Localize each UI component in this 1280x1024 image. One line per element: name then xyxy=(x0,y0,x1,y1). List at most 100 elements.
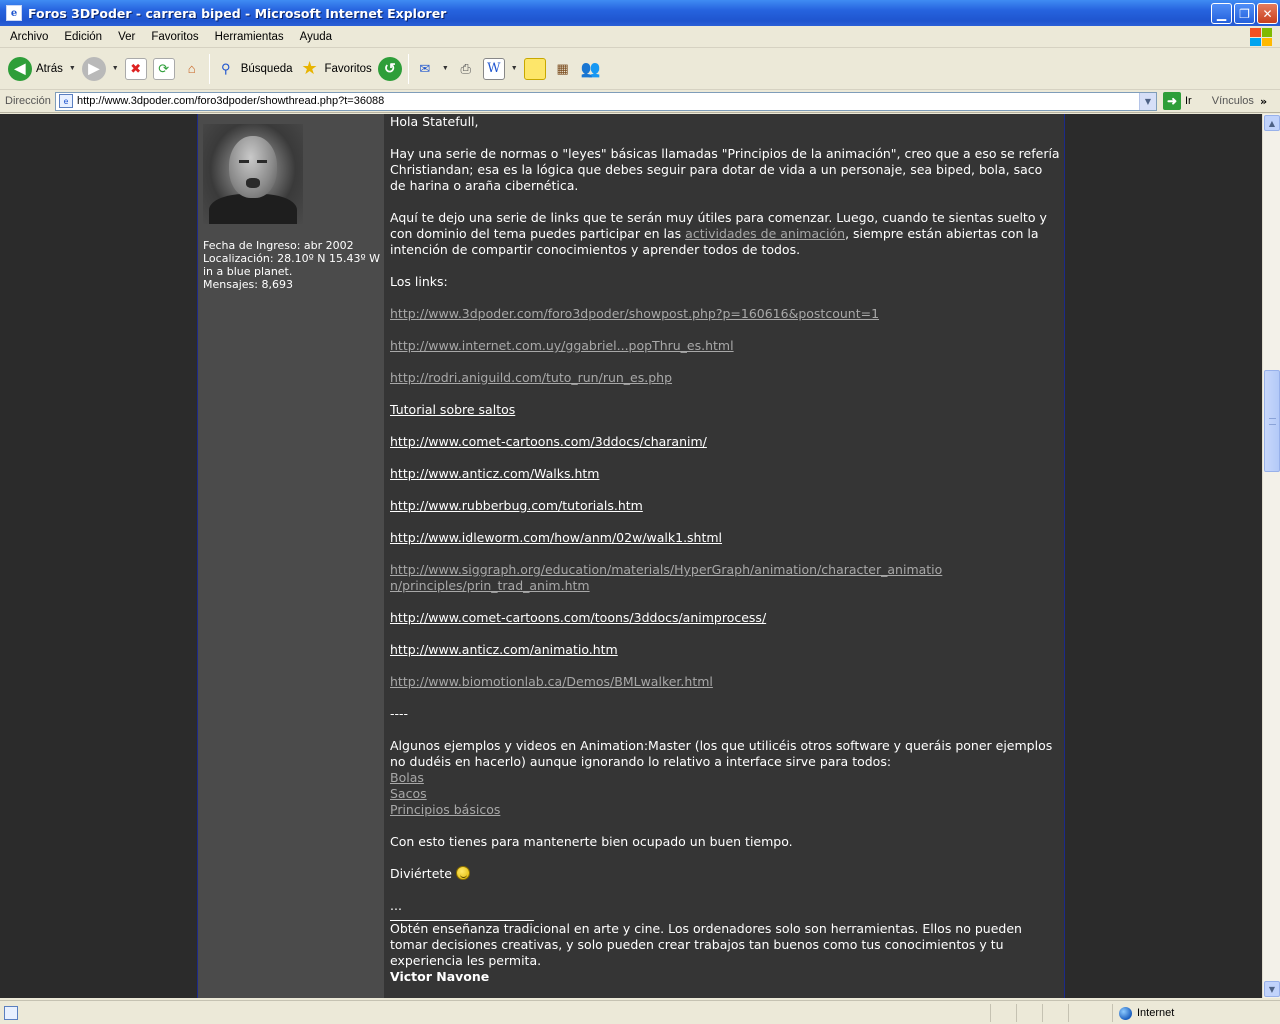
scroll-down-button[interactable]: ▼ xyxy=(1264,981,1280,997)
messenger-button[interactable]: 👥 xyxy=(580,58,602,80)
ellipsis-text: ... xyxy=(390,898,402,913)
title-bar: e Foros 3DPoder - carrera biped - Micros… xyxy=(0,0,1280,26)
restore-icon: ❐ xyxy=(1239,6,1250,21)
scroll-thumb[interactable] xyxy=(1264,370,1280,472)
signature-text: Obtén enseñanza tradicional en arte y ci… xyxy=(390,921,1022,968)
forum-post: Fecha de Ingreso: abr 2002 Localización:… xyxy=(197,114,1065,998)
post-link[interactable]: http://www.siggraph.org/education/materi… xyxy=(390,562,942,593)
edit-button[interactable]: W ▼ xyxy=(482,57,518,80)
stop-icon: ✖ xyxy=(124,57,147,80)
post-link[interactable]: http://www.internet.com.uy/ggabriel...po… xyxy=(390,338,734,353)
links-heading: Los links: xyxy=(390,274,448,289)
home-button[interactable]: ⌂ xyxy=(181,58,203,80)
example-link-bolas[interactable]: Bolas xyxy=(390,770,424,785)
scroll-up-icon: ▲ xyxy=(1268,118,1276,128)
menu-ayuda[interactable]: Ayuda xyxy=(292,31,340,43)
search-label: Búsqueda xyxy=(240,62,293,75)
post-paragraph: Hay una serie de normas o "leyes" básica… xyxy=(390,146,1060,193)
user-location: Localización: 28.10º N 15.43º W in a blu… xyxy=(203,252,381,278)
forward-dropdown-icon[interactable]: ▼ xyxy=(112,65,119,72)
home-icon: ⌂ xyxy=(187,61,196,76)
links-chevron-icon[interactable]: » xyxy=(1260,95,1267,108)
menu-herramientas[interactable]: Herramientas xyxy=(207,31,292,43)
menu-favoritos[interactable]: Favoritos xyxy=(143,31,206,43)
print-button[interactable]: ⎙ xyxy=(455,58,477,80)
status-pane xyxy=(1042,1004,1068,1022)
post-link[interactable]: http://rodri.aniguild.com/tuto_run/run_e… xyxy=(390,370,672,385)
minimize-button[interactable]: ▁ xyxy=(1211,3,1232,24)
address-input[interactable]: e http://www.3dpoder.com/foro3dpoder/sho… xyxy=(55,91,1157,111)
go-arrow-icon: ➜ xyxy=(1163,92,1181,110)
grip-icon xyxy=(1268,417,1276,425)
scroll-up-button[interactable]: ▲ xyxy=(1264,115,1280,131)
scroll-down-icon: ▼ xyxy=(1268,984,1276,994)
back-button[interactable]: ◀ Atrás ▼ xyxy=(8,56,76,81)
post-link[interactable]: http://www.anticz.com/Walks.htm xyxy=(390,466,599,481)
post-link[interactable]: http://www.idleworm.com/how/anm/02w/walk… xyxy=(390,530,722,545)
edit-dropdown-icon[interactable]: ▼ xyxy=(511,65,518,72)
wink-smiley-icon xyxy=(455,866,470,880)
back-dropdown-icon[interactable]: ▼ xyxy=(69,65,76,72)
vertical-scrollbar[interactable]: ▲ ▼ xyxy=(1262,114,1280,998)
post-link[interactable]: http://www.comet-cartoons.com/3ddocs/cha… xyxy=(390,434,707,449)
security-zone: Internet xyxy=(1112,1004,1174,1022)
status-pane xyxy=(990,1004,1016,1022)
user-info: Fecha de Ingreso: abr 2002 Localización:… xyxy=(203,239,381,291)
example-link-principios[interactable]: Principios básicos xyxy=(390,802,500,817)
note-icon xyxy=(523,57,546,80)
history-button[interactable]: ↺ xyxy=(377,56,402,81)
back-label: Atrás xyxy=(36,62,63,75)
star-icon: ★ xyxy=(301,58,318,78)
mail-dropdown-icon[interactable]: ▼ xyxy=(442,65,449,72)
post-paragraph: Aquí te dejo una serie de links que te s… xyxy=(390,210,1060,258)
post-link[interactable]: http://www.comet-cartoons.com/toons/3ddo… xyxy=(390,610,766,625)
address-dropdown-icon[interactable]: ▼ xyxy=(1139,92,1156,110)
closing-text: Con esto tienes para mantenerte bien ocu… xyxy=(390,834,793,849)
post-link[interactable]: http://www.3dpoder.com/foro3dpoder/showp… xyxy=(390,306,879,321)
examples-text: Algunos ejemplos y videos en Animation:M… xyxy=(390,738,1053,769)
post-link[interactable]: http://www.anticz.com/animatio.htm xyxy=(390,642,618,657)
avatar-head xyxy=(229,136,277,198)
address-label: Dirección xyxy=(5,95,51,107)
menu-ver[interactable]: Ver xyxy=(110,31,143,43)
close-button[interactable]: ✕ xyxy=(1257,3,1278,24)
status-pane xyxy=(1068,1004,1094,1022)
page-icon: e xyxy=(59,94,73,108)
restore-button[interactable]: ❐ xyxy=(1234,3,1255,24)
minimize-icon: ▁ xyxy=(1216,6,1227,21)
links-label[interactable]: Vínculos xyxy=(1212,95,1254,107)
go-label: Ir xyxy=(1185,95,1192,107)
refresh-icon: ⟳ xyxy=(152,57,175,80)
avatar-body xyxy=(209,194,297,224)
word-icon: W xyxy=(482,57,505,80)
refresh-button[interactable]: ⟳ xyxy=(152,57,175,80)
mail-button[interactable]: ✉ ▼ xyxy=(414,58,449,80)
menu-edicion[interactable]: Edición xyxy=(56,31,110,43)
messenger-icon: 👥 xyxy=(580,60,601,78)
close-icon: ✕ xyxy=(1262,6,1273,21)
address-url[interactable]: http://www.3dpoder.com/foro3dpoder/showt… xyxy=(77,95,384,107)
post-link[interactable]: http://www.rubberbug.com/tutorials.htm xyxy=(390,498,643,513)
forward-button[interactable]: ▶ ▼ xyxy=(81,56,119,81)
research-button[interactable]: ▦ xyxy=(552,58,574,80)
stop-button[interactable]: ✖ xyxy=(124,57,147,80)
zone-label: Internet xyxy=(1137,1007,1175,1019)
page-status-icon xyxy=(4,1005,18,1020)
example-link-sacos[interactable]: Sacos xyxy=(390,786,427,801)
menu-archivo[interactable]: Archivo xyxy=(2,31,56,43)
menu-bar: Archivo Edición Ver Favoritos Herramient… xyxy=(0,26,1280,48)
post-link[interactable]: http://www.biomotionlab.ca/Demos/BMLwalk… xyxy=(390,674,713,689)
toolbar: ◀ Atrás ▼ ▶ ▼ ✖ ⟳ ⌂ ⚲ Búsqueda ★ Favorit… xyxy=(0,48,1280,90)
search-button[interactable]: ⚲ Búsqueda xyxy=(215,58,293,80)
post-link[interactable]: Tutorial sobre saltos xyxy=(390,402,515,417)
go-button[interactable]: ➜ Ir xyxy=(1163,92,1192,110)
status-panes xyxy=(990,1004,1094,1022)
discuss-button[interactable] xyxy=(523,57,546,80)
user-joined: Fecha de Ingreso: abr 2002 xyxy=(203,239,354,252)
post-content: Hola Statefull, Hay una serie de normas … xyxy=(384,114,1064,998)
post-body: Hola Statefull, Hay una serie de normas … xyxy=(390,114,1060,985)
status-bar: Internet xyxy=(0,1000,1280,1024)
favorites-button[interactable]: ★ Favoritos xyxy=(299,58,371,80)
activities-link[interactable]: actividades de animación xyxy=(685,226,845,241)
search-icon: ⚲ xyxy=(220,60,231,76)
